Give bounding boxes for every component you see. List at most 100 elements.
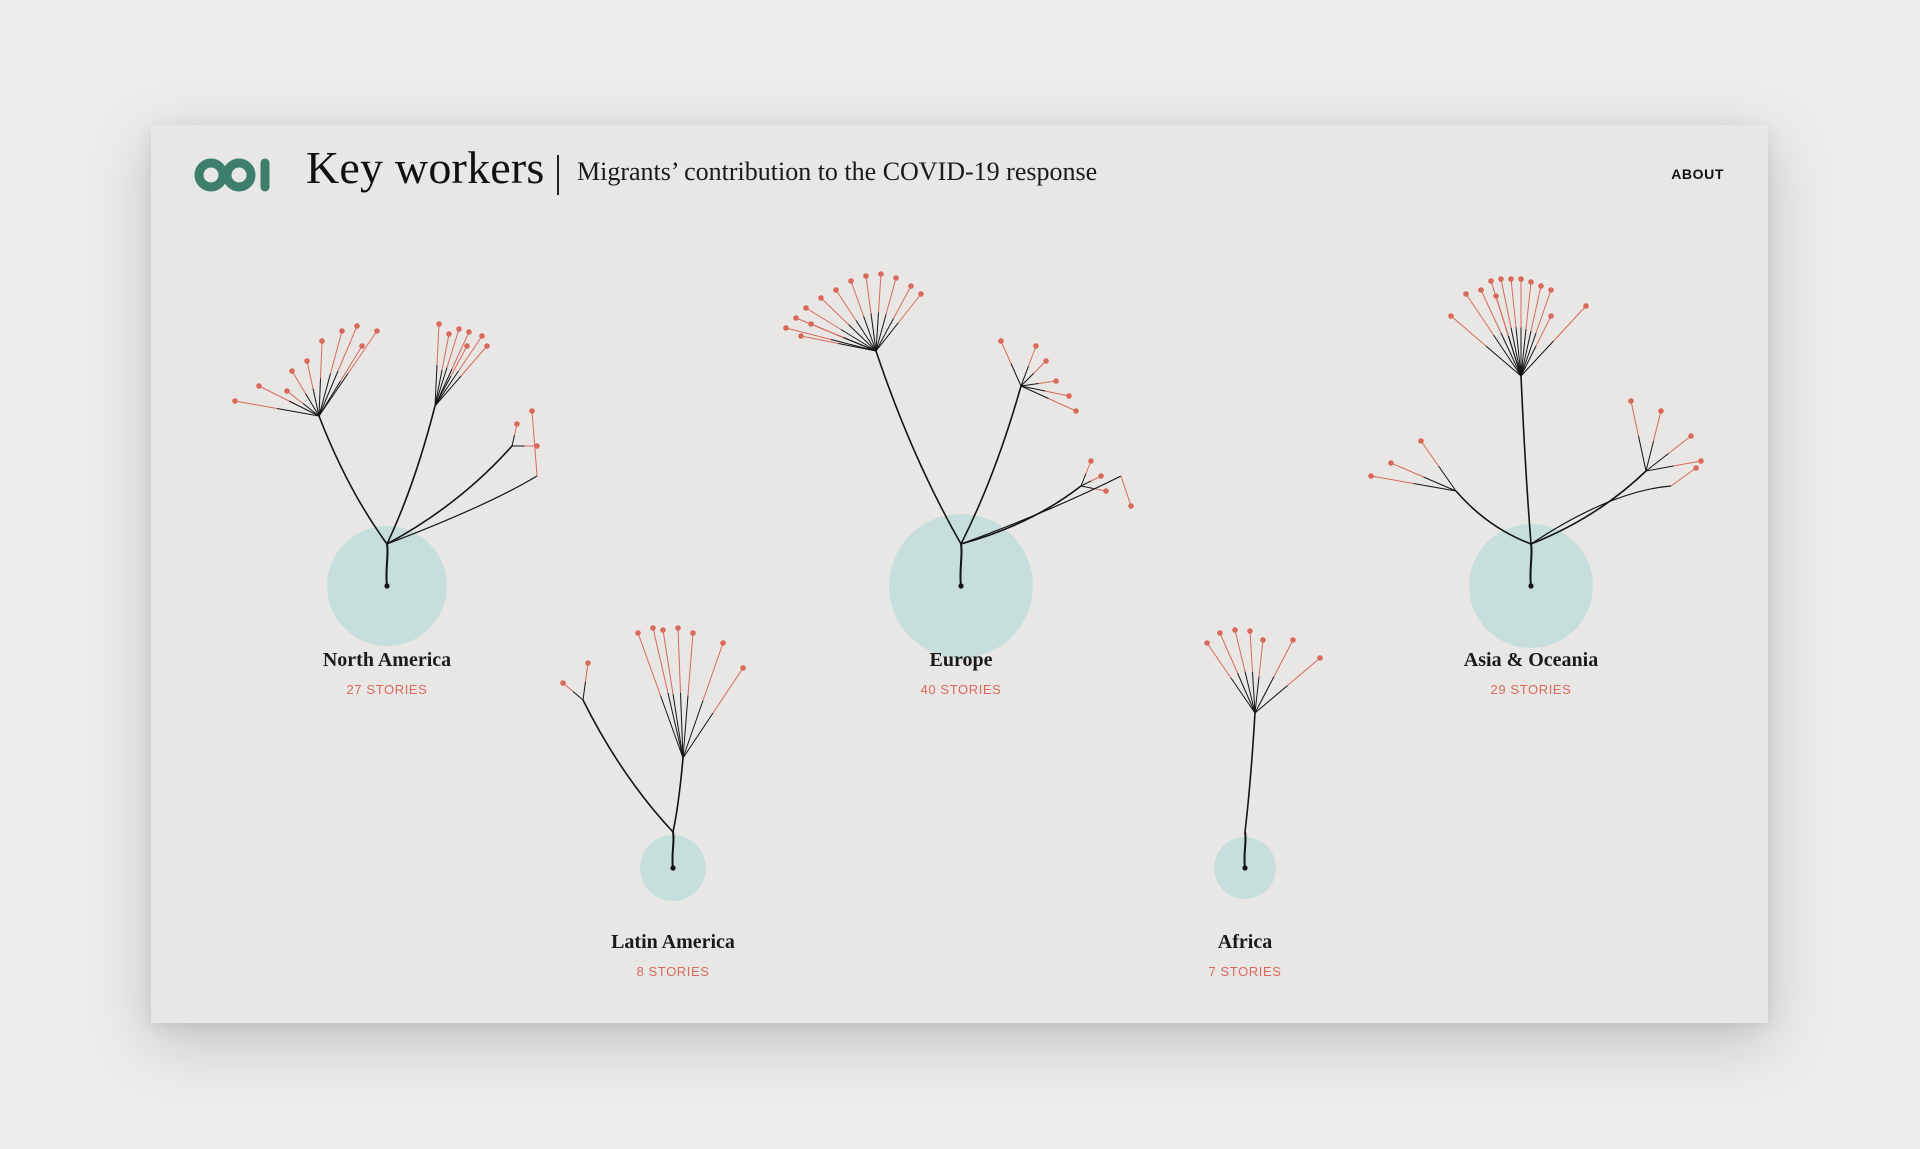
story-dot[interactable] [793,315,799,321]
story-stem [1525,281,1532,330]
story-dot[interactable] [354,323,360,329]
story-dot[interactable] [436,321,442,327]
story-dot[interactable] [1693,465,1699,471]
story-dot[interactable] [1538,283,1544,289]
story-dot[interactable] [1698,458,1704,464]
region-story-count[interactable]: 40 STORIES [921,682,1002,697]
region-name-label[interactable]: Europe [930,649,993,672]
stories-tree-visualization [232,271,1704,901]
story-dot[interactable] [918,291,924,297]
story-dot[interactable] [1528,279,1534,285]
story-dot[interactable] [1488,278,1494,284]
story-dot[interactable] [1317,655,1323,661]
story-dot[interactable] [456,326,462,332]
region-tree-latin-america[interactable] [560,625,746,901]
story-dot[interactable] [720,640,726,646]
region-story-count[interactable]: 27 STORIES [347,682,428,697]
tree-twig [276,408,320,417]
story-dot[interactable] [1066,393,1072,399]
story-dot[interactable] [560,680,566,686]
story-dot[interactable] [1498,276,1504,282]
story-dot[interactable] [740,665,746,671]
story-dot[interactable] [1478,287,1484,293]
story-dot[interactable] [256,383,262,389]
story-dot[interactable] [690,630,696,636]
story-dot[interactable] [998,338,1004,344]
story-dot[interactable] [908,283,914,289]
story-stem [1420,440,1439,467]
story-dot[interactable] [1548,313,1554,319]
story-dot[interactable] [464,343,470,349]
region-story-count[interactable]: 29 STORIES [1491,682,1572,697]
story-dot[interactable] [1103,488,1109,494]
region-story-count[interactable]: 8 STORIES [636,964,709,979]
story-dot[interactable] [803,305,809,311]
story-dot[interactable] [1033,343,1039,349]
region-story-count[interactable]: 7 STORIES [1208,964,1281,979]
story-dot[interactable] [466,329,472,335]
story-dot[interactable] [878,271,884,277]
story-dot[interactable] [675,625,681,631]
story-dot[interactable] [1290,637,1296,643]
story-dot[interactable] [1518,276,1524,282]
story-dot[interactable] [1463,291,1469,297]
story-dot[interactable] [1128,503,1134,509]
story-dot[interactable] [1217,630,1223,636]
story-dot[interactable] [1260,637,1266,643]
story-dot[interactable] [514,421,520,427]
story-dot[interactable] [650,625,656,631]
story-dot[interactable] [1368,473,1374,479]
story-dot[interactable] [359,343,365,349]
story-dot[interactable] [635,630,641,636]
story-dot[interactable] [1628,398,1634,404]
story-dot[interactable] [529,408,535,414]
story-dot[interactable] [1583,303,1589,309]
region-name-label[interactable]: Asia & Oceania [1464,649,1598,672]
story-dot[interactable] [1493,293,1499,299]
story-dot[interactable] [863,273,869,279]
story-dot[interactable] [585,660,591,666]
story-dot[interactable] [304,358,310,364]
story-dot[interactable] [660,627,666,633]
story-stem [1273,639,1294,677]
region-tree-north-america[interactable] [232,321,540,646]
story-dot[interactable] [232,398,238,404]
story-dot[interactable] [818,295,824,301]
region-name-label[interactable]: Latin America [611,931,735,954]
story-dot[interactable] [339,328,345,334]
story-dot[interactable] [893,275,899,281]
story-dot[interactable] [848,278,854,284]
story-dot[interactable] [1232,627,1238,633]
story-dot[interactable] [1053,378,1059,384]
story-dot[interactable] [319,338,325,344]
story-dot[interactable] [479,333,485,339]
story-dot[interactable] [284,388,290,394]
story-dot[interactable] [1688,433,1694,439]
tree-twig [682,700,704,759]
story-dot[interactable] [1448,313,1454,319]
story-dot[interactable] [1088,458,1094,464]
story-dot[interactable] [808,321,814,327]
story-dot[interactable] [1204,640,1210,646]
story-dot[interactable] [1073,408,1079,414]
story-dot[interactable] [374,328,380,334]
region-name-label[interactable]: Africa [1218,931,1272,954]
story-dot[interactable] [1043,358,1049,364]
story-dot[interactable] [1247,628,1253,634]
story-dot[interactable] [1418,438,1424,444]
region-tree-asia-oceania[interactable] [1368,276,1704,648]
story-dot[interactable] [833,287,839,293]
story-dot[interactable] [1658,408,1664,414]
story-dot[interactable] [1508,276,1514,282]
story-dot[interactable] [484,343,490,349]
story-dot[interactable] [783,325,789,331]
story-dot[interactable] [1098,473,1104,479]
region-tree-europe[interactable] [783,271,1134,658]
story-dot[interactable] [1388,460,1394,466]
story-dot[interactable] [1548,287,1554,293]
region-tree-africa[interactable] [1204,627,1323,899]
story-dot[interactable] [446,331,452,337]
region-name-label[interactable]: North America [323,649,451,672]
story-dot[interactable] [798,333,804,339]
story-dot[interactable] [289,368,295,374]
